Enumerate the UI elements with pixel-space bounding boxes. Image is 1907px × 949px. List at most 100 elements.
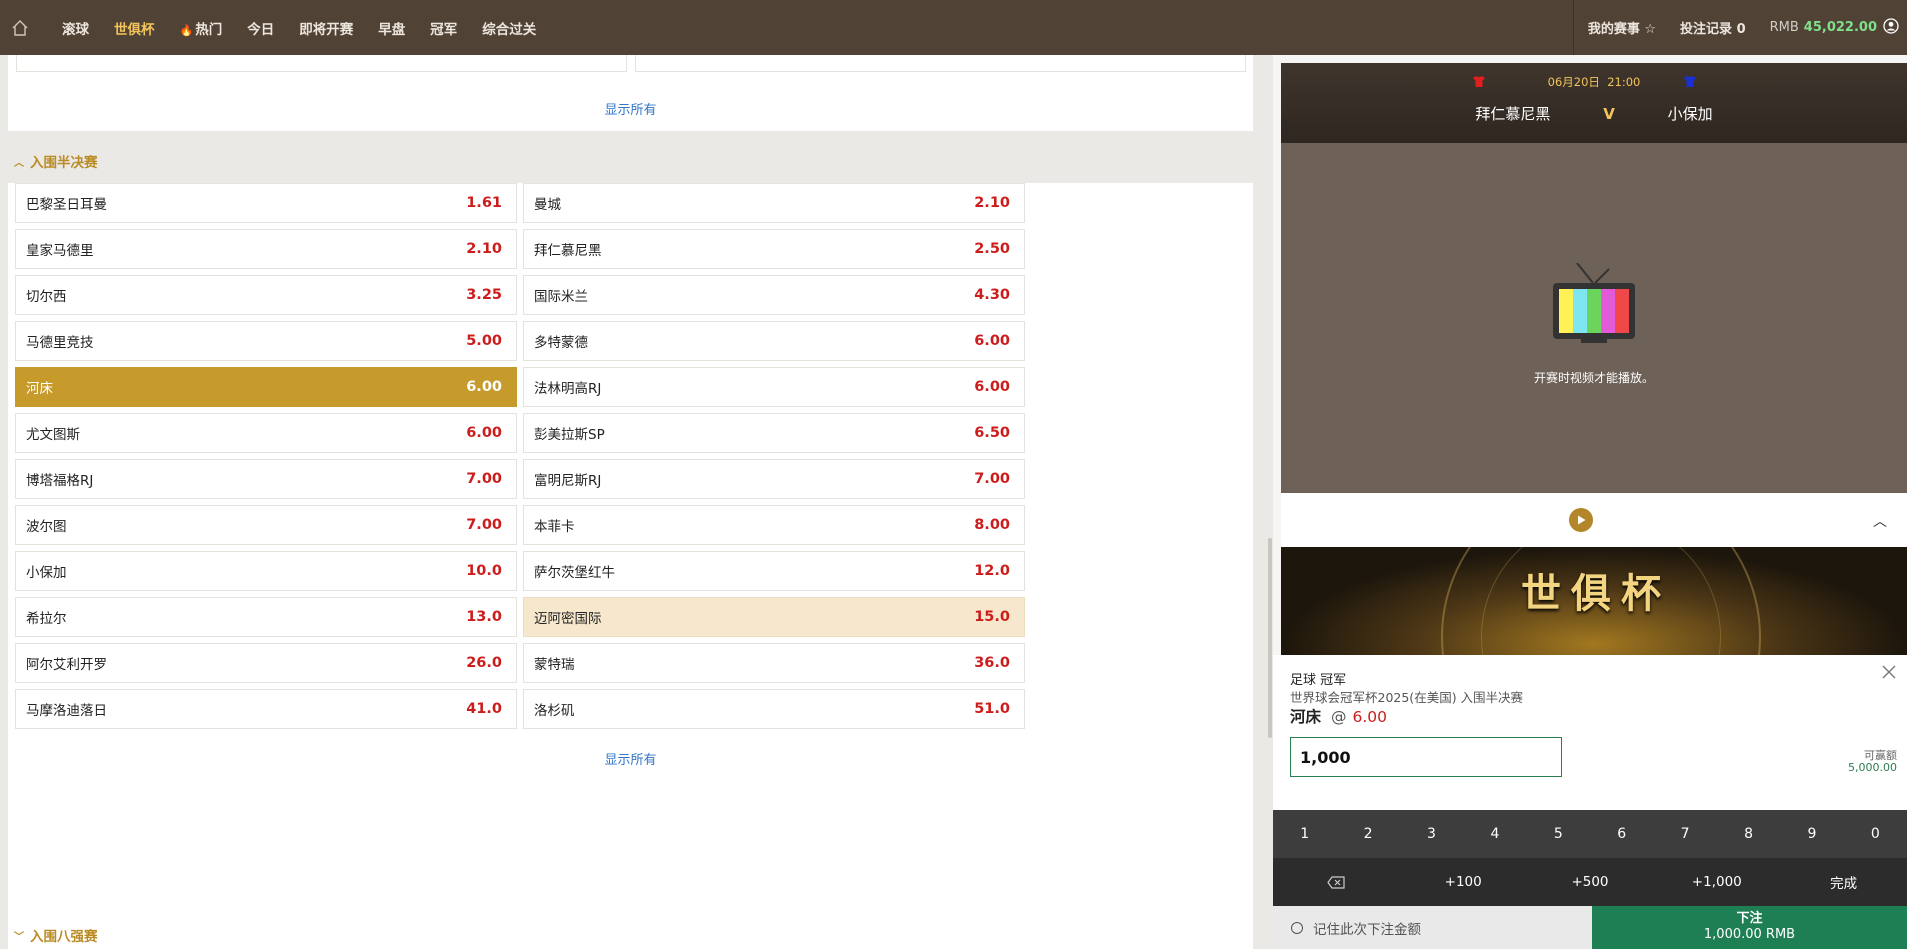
odds-value: 7.00 [974,471,1010,487]
keypad-key[interactable]: 1 [1273,810,1336,858]
video-player: 06月20日 21:00 拜仁慕尼黑 V 小保加 开赛时视频才能播放。 [1281,63,1907,493]
odds-cell[interactable]: 多特蒙德 6.00 [523,321,1025,361]
team-name: 马德里竞技 [26,335,94,351]
odds-cell[interactable]: 拜仁慕尼黑 2.50 [523,229,1025,269]
bet-slip: 足球 冠军 世界球会冠军杯2025(在美国) 入围半决赛 河床@6.00 可赢额… [1273,655,1907,949]
place-bet-label: 下注 [1736,911,1763,926]
odds-cell[interactable]: 法林明高RJ 6.00 [523,367,1025,407]
partial-row[interactable] [16,55,627,72]
previous-market-panel: 显示所有 [8,55,1253,131]
user-icon[interactable] [1883,17,1899,38]
team-name: 切尔西 [26,289,67,305]
nav-item[interactable]: 滚球 [62,18,89,38]
team-name: 萨尔茨堡红牛 [534,565,615,581]
fire-icon: 🔥 [179,23,194,37]
odds-cell[interactable]: 彭美拉斯SP 6.50 [523,413,1025,453]
nav-item-label: 滚球 [62,21,89,38]
quick-stake-1000[interactable]: +1,000 [1653,858,1780,906]
close-icon[interactable] [1881,663,1897,685]
keypad-key[interactable]: 5 [1527,810,1590,858]
backspace-icon[interactable] [1273,858,1400,906]
odds-cell[interactable]: 蒙特瑞 36.0 [523,643,1025,683]
odds-value: 7.00 [466,471,502,487]
place-bet-button[interactable]: 下注 1,000.00 RMB [1592,906,1907,949]
chevron-up-icon[interactable]: ︿ [1873,511,1887,531]
section-header-quarterfinal[interactable]: ﹀ 入围八强赛 [14,925,98,945]
play-icon[interactable] [1569,508,1593,532]
odds-cell[interactable]: 阿尔艾利开罗 26.0 [15,643,517,683]
team-name: 多特蒙德 [534,335,588,351]
teams-line: 拜仁慕尼黑 V 小保加 [1281,103,1907,124]
odds-cell[interactable]: 博塔福格RJ 7.00 [15,459,517,499]
done-button[interactable]: 完成 [1780,858,1907,906]
team-name: 曼城 [534,197,561,213]
odds-value: 13.0 [466,609,502,625]
odds-cell[interactable]: 本菲卡 8.00 [523,505,1025,545]
odds-value: 41.0 [466,701,502,717]
odds-value: 2.50 [974,241,1010,257]
quick-stake-100[interactable]: +100 [1400,858,1527,906]
place-bet-amount: 1,000.00 RMB [1703,927,1796,942]
bet-records-link[interactable]: 投注记录 0 [1680,18,1746,37]
odds-cell[interactable]: 河床 6.00 [15,367,517,407]
home-team: 拜仁慕尼黑 [1475,105,1551,123]
odds-cell[interactable]: 马德里竞技 5.00 [15,321,517,361]
odds-value: 1.61 [466,195,502,211]
partial-row[interactable] [635,55,1246,72]
balance-display[interactable]: RMB 45,022.00 [1770,20,1877,35]
quick-stake-500[interactable]: +500 [1527,858,1654,906]
nav-item[interactable]: 今日 [247,18,274,38]
keypad-key[interactable]: 6 [1590,810,1653,858]
keypad-key[interactable]: 9 [1780,810,1843,858]
tv-icon [1551,262,1637,351]
keypad-key[interactable]: 3 [1400,810,1463,858]
stake-input[interactable] [1290,737,1562,777]
odds-cell[interactable]: 尤文图斯 6.00 [15,413,517,453]
odds-cell[interactable]: 波尔图 7.00 [15,505,517,545]
home-icon[interactable] [0,0,40,55]
odds-value: 2.10 [466,241,502,257]
odds-cell[interactable]: 小保加 10.0 [15,551,517,591]
keypad-key[interactable]: 0 [1844,810,1907,858]
nav-item[interactable]: 综合过关 [482,18,536,38]
odds-cell[interactable]: 希拉尔 13.0 [15,597,517,637]
odds-cell[interactable]: 洛杉矶 51.0 [523,689,1025,729]
keypad-key[interactable]: 2 [1336,810,1399,858]
show-all-link[interactable]: 显示所有 [8,749,1253,768]
odds-cell[interactable]: 萨尔茨堡红牛 12.0 [523,551,1025,591]
nav-item-label: 综合过关 [482,21,537,38]
my-events-link[interactable]: 我的赛事 ☆ [1588,18,1656,37]
odds-cell[interactable]: 马摩洛迪落日 41.0 [15,689,517,729]
odds-cell[interactable]: 曼城 2.10 [523,183,1025,223]
match-time: 21:00 [1607,75,1641,89]
nav-item[interactable]: 即将开赛 [299,18,353,38]
team-name: 波尔图 [26,519,67,535]
away-team: 小保加 [1667,105,1713,123]
odds-cell[interactable]: 富明尼斯RJ 7.00 [523,459,1025,499]
keypad-key[interactable]: 8 [1717,810,1780,858]
right-panel: 06月20日 21:00 拜仁慕尼黑 V 小保加 开赛时视频才能播放。 ︿ 世俱… [1273,55,1907,949]
odds-cell[interactable]: 皇家马德里 2.10 [15,229,517,269]
odds-cell[interactable]: 切尔西 3.25 [15,275,517,315]
section-title: 入围八强赛 [30,929,98,945]
show-all-link[interactable]: 显示所有 [8,99,1253,118]
section-header-semifinal[interactable]: ︿ 入围半决赛 [14,151,98,171]
odds-cell[interactable]: 迈阿密国际 15.0 [523,597,1025,637]
remember-stake-option[interactable]: 记住此次下注金额 [1273,906,1592,949]
odds-value: 10.0 [466,563,502,579]
radio-icon[interactable] [1291,921,1303,934]
odds-cell[interactable]: 巴黎圣日耳曼 1.61 [15,183,517,223]
odds-cell[interactable]: 国际米兰 4.30 [523,275,1025,315]
quick-stake-bar: +100 +500 +1,000 完成 [1273,858,1907,906]
keypad-key[interactable]: 4 [1463,810,1526,858]
section-title: 入围半决赛 [30,155,98,171]
currency-label: RMB [1769,20,1799,35]
nav-item[interactable]: 世俱杯 [114,18,155,38]
scrollbar[interactable] [1268,538,1272,738]
nav-item[interactable]: 冠军 [430,18,457,38]
keypad-key[interactable]: 7 [1653,810,1716,858]
nav-item[interactable]: 早盘 [378,18,405,38]
odds-value: 4.30 [974,287,1010,303]
nav-item[interactable]: 🔥 热门 [180,18,223,38]
team-name: 马摩洛迪落日 [26,703,107,719]
